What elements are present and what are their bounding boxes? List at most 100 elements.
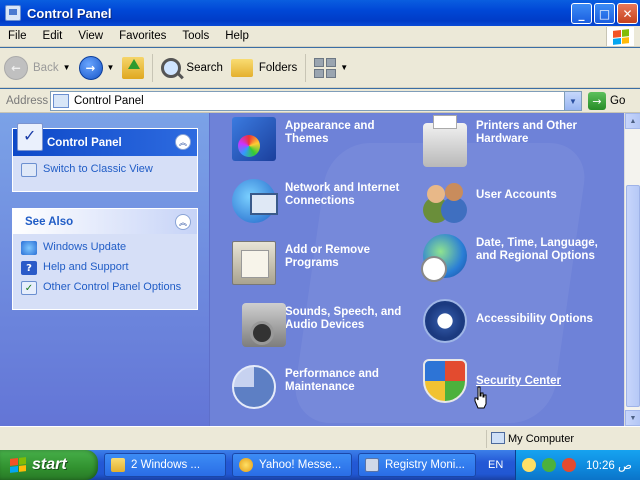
category-security-center[interactable]: Security Center	[423, 359, 604, 403]
up-folder-icon	[122, 56, 145, 79]
security-center-icon	[423, 359, 467, 403]
menu-tools[interactable]: Tools	[174, 30, 217, 42]
category-appearance-and-themes[interactable]: Appearance and Themes	[232, 117, 413, 161]
collapse-icon[interactable]: ︽	[175, 214, 191, 230]
help-icon: ?	[21, 261, 37, 275]
category-label: User Accounts	[476, 189, 557, 201]
menu-favorites[interactable]: Favorites	[111, 30, 174, 42]
taskbar-registry-monitor[interactable]: Registry Moni...	[358, 453, 476, 477]
toolbar-separator	[152, 53, 154, 82]
my-computer-icon	[491, 432, 505, 444]
messenger-tray-icon[interactable]	[522, 458, 536, 472]
category-network-and-internet[interactable]: Network and Internet Connections	[232, 179, 413, 223]
help-and-support-link[interactable]: ? Help and Support	[21, 261, 189, 275]
task-label: Help and Support	[43, 261, 129, 273]
forward-arrow-icon: →	[78, 55, 103, 80]
network-icon	[232, 179, 278, 223]
window-controls: _ □ ✕	[571, 3, 638, 24]
close-button[interactable]: ✕	[617, 3, 638, 24]
clock[interactable]: 10:26 ص	[586, 458, 632, 472]
start-button[interactable]: start	[0, 450, 98, 480]
classic-view-icon	[21, 163, 37, 177]
control-panel-icon	[5, 5, 21, 21]
category-label: Appearance and Themes	[285, 120, 375, 145]
menu-view[interactable]: View	[70, 30, 111, 42]
category-user-accounts[interactable]: User Accounts	[423, 179, 604, 223]
task-label: Windows Update	[43, 241, 127, 253]
menu-file[interactable]: File	[0, 30, 35, 42]
folders-button[interactable]: Folders	[227, 51, 301, 85]
category-label: Performance and Maintenance	[285, 368, 379, 393]
pane-title: Control Panel	[47, 136, 122, 149]
checklist-icon: ✓	[21, 281, 37, 295]
category-accessibility-options[interactable]: Accessibility Options	[423, 299, 604, 343]
views-icon	[314, 57, 337, 78]
task-label: Other Control Panel Options	[43, 281, 182, 293]
see-also-pane: See Also ︽ Windows Update ? Help and Sup…	[12, 208, 198, 310]
address-dropdown-button[interactable]: ▼	[564, 92, 581, 110]
views-button[interactable]: ▼	[310, 51, 352, 85]
search-label: Search	[186, 61, 223, 74]
menu-help[interactable]: Help	[217, 30, 257, 42]
go-label: Go	[610, 95, 626, 107]
scroll-down-button[interactable]: ▼	[625, 410, 640, 426]
user-accounts-icon	[423, 179, 467, 223]
language-indicator[interactable]: EN	[488, 459, 503, 471]
up-folder-button[interactable]	[118, 51, 148, 85]
status-separator	[486, 430, 487, 448]
vertical-scrollbar[interactable]: ▲ ▼	[624, 113, 640, 426]
category-label: Add or Remove Programs	[285, 244, 370, 269]
category-performance-and-maintenance[interactable]: Performance and Maintenance	[232, 365, 413, 409]
control-panel-pane: Control Panel ︽ Switch to Classic View	[12, 123, 198, 192]
collapse-icon[interactable]: ︽	[175, 134, 191, 150]
taskbar-yahoo-messenger[interactable]: Yahoo! Messe...	[232, 453, 352, 477]
windows-update-link[interactable]: Windows Update	[21, 241, 189, 255]
category-add-or-remove-programs[interactable]: Add or Remove Programs	[232, 241, 413, 285]
address-bar: Address Control Panel ▼ → Go	[0, 89, 640, 113]
printer-icon	[423, 115, 467, 167]
accessibility-icon	[423, 299, 467, 343]
taskbar: start 2 Windows ... Yahoo! Messe... Regi…	[0, 450, 640, 480]
scroll-up-button[interactable]: ▲	[625, 113, 640, 129]
back-arrow-icon: ←	[4, 55, 28, 80]
minimize-button[interactable]: _	[571, 3, 592, 24]
address-label: Address	[6, 94, 49, 107]
folders-label: Folders	[258, 61, 298, 74]
control-panel-pane-header[interactable]: Control Panel ︽	[13, 123, 197, 156]
category-label: Printers and Other Hardware	[476, 120, 577, 145]
see-also-pane-header[interactable]: See Also ︽	[13, 209, 197, 234]
scroll-thumb[interactable]	[626, 185, 640, 407]
chevron-down-icon[interactable]: ▼	[107, 63, 115, 72]
back-button[interactable]: ← Back ▼	[0, 51, 75, 85]
control-panel-icon	[53, 94, 69, 108]
go-button[interactable]: → Go	[588, 92, 625, 110]
performance-icon	[232, 365, 276, 409]
search-button[interactable]: Search	[157, 51, 226, 85]
messenger-icon	[239, 458, 253, 472]
menu-edit[interactable]: Edit	[35, 30, 71, 42]
switch-to-classic-view-link[interactable]: Switch to Classic View	[21, 163, 189, 177]
category-printers-and-other-hardware[interactable]: Printers and Other Hardware	[423, 115, 604, 167]
other-options-link[interactable]: ✓ Other Control Panel Options	[21, 281, 189, 295]
content-area: Control Panel ︽ Switch to Classic View S…	[0, 113, 640, 426]
add-remove-icon	[232, 241, 276, 285]
security-alert-tray-icon[interactable]	[562, 458, 576, 472]
category-date-time-language[interactable]: Date, Time, Language, and Regional Optio…	[421, 234, 604, 282]
category-label: Sounds, Speech, and Audio Devices	[285, 306, 402, 331]
window-title: Control Panel	[27, 5, 112, 21]
category-sounds-speech-audio[interactable]: Sounds, Speech, and Audio Devices	[232, 303, 413, 347]
title-bar[interactable]: Control Panel _ □ ✕	[0, 0, 640, 26]
taskbar-button-label: Yahoo! Messe...	[259, 459, 342, 471]
forward-button[interactable]: → ▼	[75, 51, 119, 85]
appearance-icon	[232, 117, 276, 161]
address-field[interactable]: Control Panel ▼	[50, 91, 582, 111]
chevron-down-icon[interactable]: ▼	[63, 63, 71, 72]
search-icon	[161, 57, 182, 78]
chevron-down-icon[interactable]: ▼	[340, 63, 348, 72]
category-label: Accessibility Options	[476, 313, 593, 325]
network-tray-icon[interactable]	[542, 458, 556, 472]
category-label: Security Center	[476, 375, 562, 387]
maximize-button[interactable]: □	[594, 3, 615, 24]
taskbar-windows-group[interactable]: 2 Windows ...	[104, 453, 226, 477]
control-panel-icon	[17, 123, 43, 151]
